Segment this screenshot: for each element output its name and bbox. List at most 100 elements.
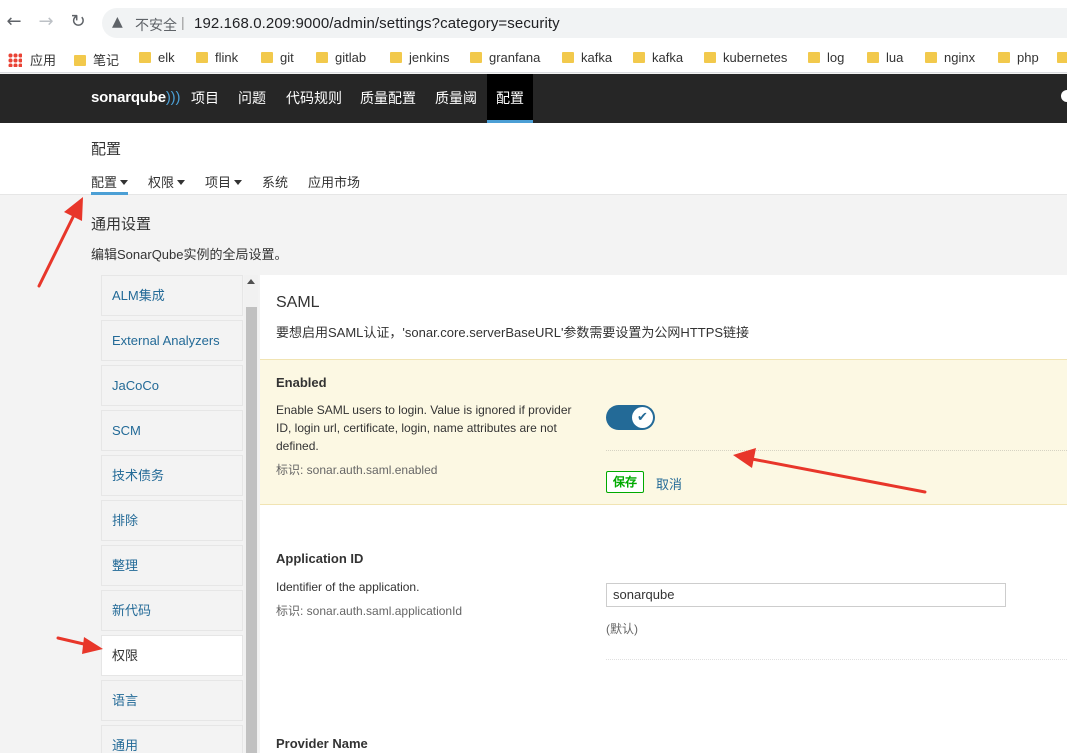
bookmark-item[interactable]: gitlab [316,50,366,68]
bookmark-item[interactable]: php [998,50,1039,68]
bookmark-item[interactable]: granfana [470,50,540,68]
caret-down-icon [120,180,129,185]
apps-grid-icon [8,53,22,67]
save-button[interactable]: 保存 [606,471,645,493]
folder-icon [925,52,937,63]
bookmark-item[interactable]: log [808,50,844,68]
section-title: 通用设置 [91,216,152,233]
folder-icon [867,52,879,63]
forward-arrow-icon[interactable]: → [36,12,56,32]
user-avatar[interactable] [1061,90,1067,102]
settings-group-description: 要想启用SAML认证，'sonar.core.serverBaseURL'参数需… [276,325,750,340]
folder-icon [316,52,328,63]
sidebar-item-security[interactable]: 权限 [101,635,243,676]
folder-icon [390,52,402,63]
application-id-input[interactable]: sonarqube [606,583,1006,607]
sidebar-item-new-code[interactable]: 新代码 [101,590,243,631]
page-title: 配置 [91,141,122,158]
setting-description: Enable SAML users to login. Value is ign… [276,403,572,453]
folder-icon [74,55,86,66]
sidebar-item-scm[interactable]: SCM [101,410,243,451]
setting-key: 标识: sonar.auth.saml.enabled [276,463,438,477]
bookmark-apps[interactable]: 应用 [8,50,56,68]
folder-icon [139,52,151,63]
folder-icon [704,52,716,63]
sidebar-item-general[interactable]: 通用 [101,725,243,753]
enabled-toggle[interactable]: ✔ [606,405,655,430]
setting-name: Application ID [276,551,364,566]
divider [606,659,1067,660]
bookmark-item[interactable]: flink [196,50,238,68]
setting-name: Enabled [276,375,327,390]
folder-icon [562,52,574,63]
page-header: 配置 配置 权限 项目 系统 应用市场 [0,123,1067,195]
sidebar-item-exclusions[interactable]: 排除 [101,500,243,541]
insecure-label: 不安全 [135,17,177,33]
sidebar-item-technical-debt[interactable]: 技术债务 [101,455,243,496]
bookmark-item[interactable]: jenkins [390,50,449,68]
sidebar-item-housekeeping[interactable]: 整理 [101,545,243,586]
caret-down-icon [234,180,243,185]
folder-icon [196,52,208,63]
folder-icon [1057,52,1067,63]
scroll-up-icon[interactable] [247,279,255,284]
sonarqube-logo[interactable]: sonarqube))) [91,89,180,106]
nav-projects[interactable]: 项目 [182,74,228,123]
address-url[interactable]: 192.168.0.209:9000/admin/settings?catego… [194,15,560,32]
annotation-arrow-head [64,197,83,221]
folder-icon [998,52,1010,63]
bookmark-overflow[interactable] [1057,50,1067,68]
warning-icon: ▲ [112,14,123,30]
folder-icon [633,52,645,63]
active-subnav-indicator [91,192,128,195]
subnav-security[interactable]: 权限 [148,172,186,191]
default-label: (默认) [606,622,638,636]
subnav-projects[interactable]: 项目 [205,172,243,191]
bookmarks-bar: 应用 笔记 elk flink git gitlab jenkins granf… [0,45,1067,73]
address-separator: | [181,14,185,30]
nav-rules[interactable]: 代码规则 [277,74,351,123]
section-description: 编辑SonarQube实例的全局设置。 [91,247,288,262]
setting-name: Provider Name [276,736,368,751]
address-bar[interactable]: ▲ 不安全 | 192.168.0.209:9000/admin/setting… [102,8,1067,38]
annotation-arrow-shaft [56,636,90,647]
reload-icon[interactable]: ↻ [68,12,88,32]
nav-quality-gates[interactable]: 质量阈 [426,74,486,123]
folder-icon [261,52,273,63]
sidebar-item-jacoco[interactable]: JaCoCo [101,365,243,406]
subnav-system[interactable]: 系统 [262,172,288,191]
sidebar-item-external-analyzers[interactable]: External Analyzers [101,320,243,361]
bookmark-item[interactable]: elk [139,50,175,68]
logo-wave-icon: ))) [165,89,181,106]
divider [606,450,1067,451]
nav-issues[interactable]: 问题 [229,74,275,123]
nav-administration[interactable]: 配置 [487,74,533,123]
folder-icon [808,52,820,63]
sidebar-item-languages[interactable]: 语言 [101,680,243,721]
annotation-arrow-shaft [37,211,77,288]
bookmark-item[interactable]: kafka [562,50,612,68]
settings-group-title: SAML [276,294,320,311]
subnav-configuration[interactable]: 配置 [91,172,129,191]
browser-toolbar: ← → ↻ ▲ 不安全 | 192.168.0.209:9000/admin/s… [0,0,1067,45]
bookmark-item[interactable]: kubernetes [704,50,787,68]
bookmark-item[interactable]: git [261,50,294,68]
setting-description: Identifier of the application. [276,580,420,594]
caret-down-icon [177,180,186,185]
setting-enabled: Enabled Enable SAML users to login. Valu… [260,359,1067,505]
nav-quality-profiles[interactable]: 质量配置 [351,74,425,123]
bookmark-item[interactable]: lua [867,50,903,68]
check-icon: ✔ [632,407,653,428]
folder-icon [470,52,482,63]
sidebar-scroll-thumb[interactable] [246,307,257,753]
bookmark-item[interactable]: nginx [925,50,975,68]
sonarqube-navbar: sonarqube))) 项目 问题 代码规则 质量配置 质量阈 配置 [0,74,1067,123]
sidebar-item-alm[interactable]: ALM集成 [101,275,243,316]
cancel-button[interactable]: 取消 [656,474,682,493]
bookmark-item[interactable]: 笔记 [74,50,119,68]
settings-panel: SAML 要想启用SAML认证，'sonar.core.serverBaseUR… [260,275,1067,753]
bookmark-item[interactable]: kafka [633,50,683,68]
subnav-marketplace[interactable]: 应用市场 [308,172,360,191]
back-arrow-icon[interactable]: ← [4,12,24,32]
category-sidebar: ALM集成 External Analyzers JaCoCo SCM 技术债务… [92,275,258,753]
